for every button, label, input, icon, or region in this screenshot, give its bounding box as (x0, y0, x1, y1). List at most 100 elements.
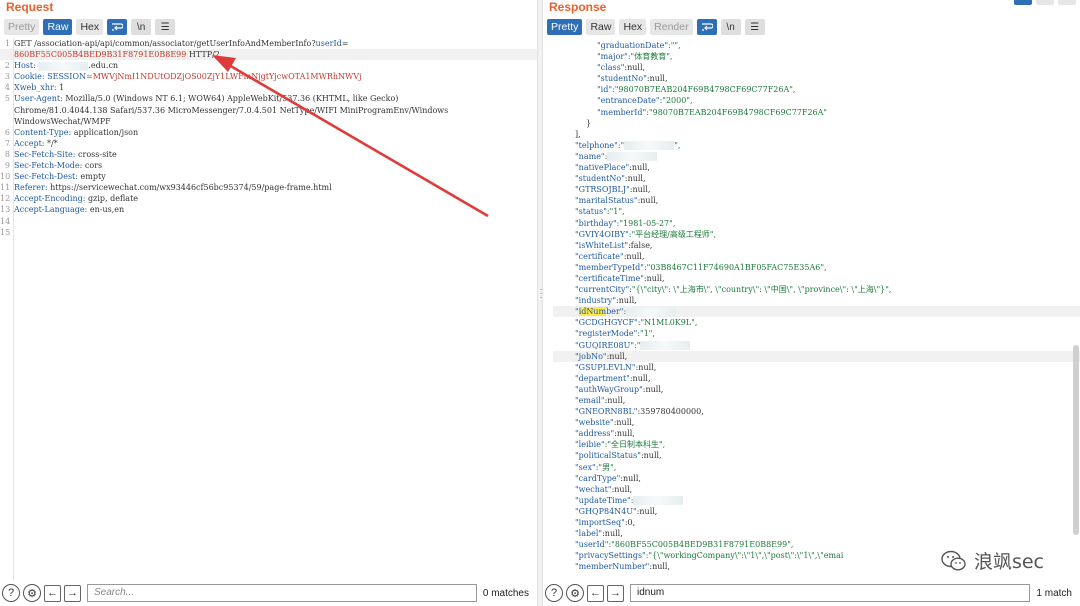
code-token: "status" (575, 207, 607, 217)
code-token: cors (84, 161, 103, 171)
request-editor[interactable]: 1 GET /association-api/api/common/associa… (0, 38, 537, 580)
code-token: :"全日制本科生", (604, 440, 666, 450)
response-line: "birthday":"1981-05-27", (553, 218, 1080, 229)
settings-icon[interactable]: ⚙ (23, 584, 41, 602)
code-token: "isWhiteList" (575, 240, 629, 250)
request-line: 7 Accept: */* (0, 138, 537, 149)
code-token: Accept-Encoding: (14, 194, 88, 204)
layout-icon[interactable] (1014, 0, 1032, 5)
help-icon[interactable]: ? (2, 584, 20, 602)
response-scrollbar[interactable] (1073, 345, 1079, 535)
code-token: :null, (637, 196, 659, 206)
response-line: "leibie":"全日制本科生", (553, 439, 1080, 450)
response-line: "website":null, (553, 417, 1080, 428)
settings-icon[interactable]: ⚙ (566, 584, 584, 602)
response-line: "GNEORN8BL":359780400000, (553, 406, 1080, 417)
response-line: "address":null, (553, 428, 1080, 439)
code-token: :null, (602, 529, 623, 539)
next-arrow-icon[interactable]: → (64, 584, 81, 602)
redacted-value (624, 141, 675, 151)
line-text: Chrome/81.0.4044.138 Safari/537.36 Micro… (12, 105, 448, 116)
code-token: "GNEORN8BL" (575, 407, 638, 417)
layout-icon[interactable] (1036, 0, 1054, 5)
line-number: 10 (0, 172, 11, 182)
code-token: "entranceDate" (597, 96, 660, 106)
line-number (0, 105, 12, 116)
line-text: 860BF55C005B4BED9B31F8791E0B8E99 HTTP/2 (12, 49, 220, 60)
request-search-input[interactable]: Search... (87, 584, 477, 602)
code-token: "industry" (575, 296, 617, 306)
response-line: "GUQIRE08U":" (553, 340, 1080, 351)
help-icon[interactable]: ? (545, 584, 563, 602)
menu-icon[interactable]: ☰ (744, 19, 765, 35)
newline-icon[interactable]: \n (131, 19, 152, 35)
prev-arrow-icon[interactable]: ← (44, 584, 61, 602)
response-editor[interactable]: "graduationDate":"", "major":"体育教育", "clas… (543, 40, 1080, 580)
redacted-value (607, 152, 658, 162)
response-line: ], (553, 129, 1080, 140)
code-token: :"男", (595, 462, 617, 472)
request-tab-raw[interactable]: Raw (43, 19, 73, 35)
code-token: "currentCity" (575, 285, 630, 295)
code-token: "class" (597, 63, 625, 73)
line-text: GET /association-api/api/common/associat… (12, 38, 348, 49)
code-token: "name" (575, 151, 605, 161)
response-match-count: 1 match (1036, 587, 1072, 599)
code-token: gzip, deflate (88, 194, 139, 204)
redacted-value (626, 307, 677, 317)
wrap-icon[interactable] (107, 19, 128, 35)
code-token: "authWayGroup" (575, 384, 643, 394)
response-line: "label":null, (553, 528, 1080, 539)
code-token: "label" (575, 529, 603, 539)
code-token: :null, (620, 473, 641, 483)
code-token: = (341, 39, 349, 48)
code-token: "studentNo" (575, 174, 625, 184)
response-tab-render[interactable]: Render (650, 19, 693, 35)
line-number: 8 (4, 149, 10, 159)
response-tab-pretty[interactable]: Pretty (547, 19, 583, 35)
response-line: "class":null, (553, 62, 1080, 73)
response-toolbar: Pretty Raw Hex Render \n ☰ (547, 18, 765, 36)
code-token: :null, (624, 63, 646, 73)
response-line: "id":"98070B7EAB204F69B4798CF69C77F26A", (553, 84, 1080, 95)
code-token: cross-site (78, 149, 117, 159)
response-search-input[interactable]: idnum (630, 584, 1030, 602)
code-token: =MWVjNmI1NDUtODZjOS00ZjY1LWFmNjgtYjcwOTA… (86, 72, 362, 82)
response-line: "industry":null, (553, 295, 1080, 306)
response-line: "maritalStatus":null, (553, 195, 1080, 206)
code-token: :"1", (606, 207, 625, 217)
response-pane: Response Pretty Raw Hex Render \n ☰ "gra… (543, 0, 1080, 606)
code-token: :"1", (637, 329, 656, 339)
code-token: "wechat" (575, 484, 612, 494)
line-text: Accept: */* (12, 138, 58, 149)
request-line: 12 Accept-Encoding: gzip, deflate (0, 193, 537, 204)
newline-icon[interactable]: \n (720, 19, 741, 35)
line-number (0, 116, 12, 127)
menu-icon[interactable]: ☰ (155, 19, 176, 35)
code-token: GET /association-api/api/common/associat… (14, 39, 316, 48)
response-line: "email":null, (553, 395, 1080, 406)
redacted-value (633, 496, 684, 506)
code-token: :"体育教育", (627, 52, 673, 62)
prev-arrow-icon[interactable]: ← (587, 584, 604, 602)
code-token: :null, (614, 429, 635, 439)
response-line: "department":null, (553, 373, 1080, 384)
response-line: "status":"1", (553, 206, 1080, 217)
response-tab-hex[interactable]: Hex (619, 19, 647, 35)
line-text: WindowsWechat/WMPF (12, 116, 111, 127)
code-token: :0, (624, 518, 636, 528)
next-arrow-icon[interactable]: → (607, 584, 624, 602)
request-line: 13 Accept-Language: en-us,en (0, 204, 537, 215)
request-tab-hex[interactable]: Hex (76, 19, 104, 35)
line-number: 5 (4, 94, 10, 104)
line-text: Accept-Encoding: gzip, deflate (12, 193, 138, 204)
response-tab-raw[interactable]: Raw (586, 19, 616, 35)
layout-icon[interactable] (1058, 0, 1076, 5)
line-number (0, 49, 12, 60)
wrap-icon[interactable] (696, 19, 717, 35)
line-number: 12 (0, 194, 11, 204)
code-token: "certificate" (575, 251, 624, 261)
code-token: "importSeq" (575, 518, 625, 528)
code-token: "GHQP84N4U" (575, 506, 637, 516)
request-tab-pretty[interactable]: Pretty (4, 19, 40, 35)
